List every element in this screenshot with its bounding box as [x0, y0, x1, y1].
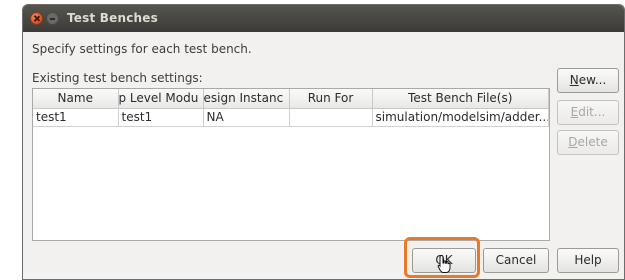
new-button-mnemonic: N: [569, 73, 579, 87]
table-header-row: Name ​p Level Modu ​esign Instanc Run Fo…: [33, 89, 549, 109]
cell-top-level-module: test1: [118, 108, 204, 127]
edit-button-label: dit...: [578, 105, 606, 119]
column-header-name[interactable]: Name: [33, 89, 119, 109]
help-button[interactable]: Help: [557, 248, 619, 273]
cell-run-for: [289, 108, 373, 127]
delete-button[interactable]: Delete: [557, 130, 619, 155]
new-button[interactable]: New...: [557, 68, 619, 93]
test-bench-table[interactable]: Name ​p Level Modu ​esign Instanc Run Fo…: [32, 88, 550, 241]
section-label: Existing test bench settings:: [32, 71, 203, 85]
table-row[interactable]: test1 test1 NA simulation/modelsim/adder…: [33, 108, 549, 127]
cell-design-instance: NA: [203, 108, 290, 127]
column-header-run-for[interactable]: Run For: [289, 89, 373, 109]
edit-button[interactable]: Edit...: [557, 100, 619, 125]
delete-button-mnemonic: D: [568, 135, 578, 149]
window-title: Test Benches: [67, 11, 158, 25]
cancel-button[interactable]: Cancel: [483, 248, 549, 273]
cell-test-bench-files: simulation/modelsim/adder...: [372, 108, 549, 127]
hand-cursor-icon: [437, 254, 451, 273]
title-bar[interactable]: Test Benches: [23, 5, 624, 32]
delete-button-label: elete: [577, 135, 608, 149]
column-header-top-level-module[interactable]: ​p Level Modu: [118, 89, 204, 109]
test-benches-dialog: Test Benches Specify settings for each t…: [22, 4, 625, 280]
minimize-icon[interactable]: [46, 12, 59, 25]
column-header-design-instance[interactable]: ​esign Instanc: [203, 89, 290, 109]
instructions-label: Specify settings for each test bench.: [32, 42, 252, 56]
new-button-label: ew...: [578, 73, 607, 87]
cell-name: test1: [33, 108, 119, 127]
close-icon[interactable]: [30, 12, 43, 25]
column-header-test-bench-files[interactable]: Test Bench File(s): [372, 89, 549, 109]
